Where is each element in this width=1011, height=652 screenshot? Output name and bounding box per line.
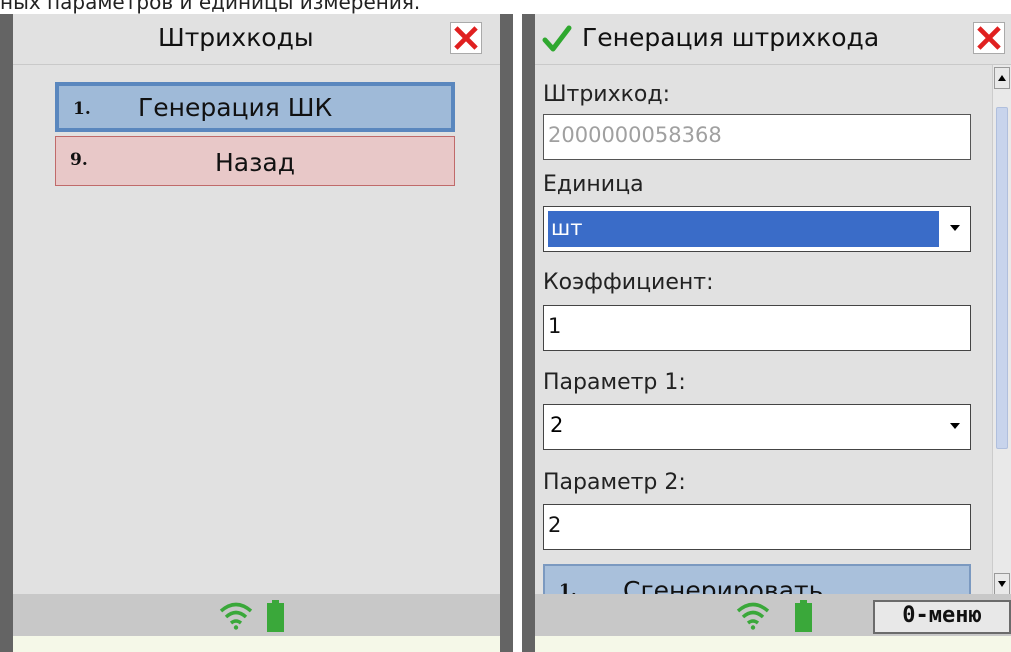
left-device: Штрихкоды 1. Генерация ШК 9. Назад [0, 14, 513, 652]
status-bar [13, 594, 500, 636]
checkmark-icon[interactable] [541, 23, 573, 55]
scroll-up-icon[interactable] [994, 67, 1010, 89]
coefficient-label: Коэффициент: [543, 270, 714, 295]
menu-item-label: Назад [214, 148, 296, 177]
menu-button[interactable]: 0-меню [873, 600, 1011, 634]
menu-item-generate-barcode[interactable]: 1. Генерация ШК [55, 82, 455, 132]
coefficient-field[interactable]: 1 [543, 305, 971, 351]
unit-select[interactable]: шт [543, 206, 971, 252]
unit-select-value: шт [547, 210, 940, 248]
wifi-icon [736, 602, 770, 630]
param1-select-value: 2 [550, 413, 564, 437]
battery-icon [795, 600, 812, 632]
scroll-thumb[interactable] [996, 107, 1008, 449]
close-button[interactable] [450, 22, 482, 54]
menu-item-label: Генерация ШК [138, 93, 333, 122]
close-icon [454, 26, 478, 50]
vertical-scrollbar[interactable] [992, 65, 1011, 597]
menu-item-number: 1. [73, 99, 91, 119]
bottom-strip [535, 636, 1011, 652]
param2-label: Параметр 2: [543, 470, 686, 495]
param1-select[interactable]: 2 [543, 404, 971, 450]
unit-label: Единица [543, 172, 644, 197]
left-screen: Штрихкоды 1. Генерация ШК 9. Назад [13, 14, 500, 652]
battery-icon [267, 600, 284, 632]
caption-text: ных параметров и единицы измерения. [0, 0, 421, 14]
left-titlebar: Штрихкоды [13, 14, 500, 65]
param2-field[interactable]: 2 [543, 504, 971, 550]
page-title: Штрихкоды [158, 23, 314, 52]
close-icon [977, 26, 1001, 50]
menu-item-back[interactable]: 9. Назад [55, 136, 455, 186]
barcode-label: Штрихкод: [543, 82, 670, 107]
wifi-icon [219, 602, 253, 630]
right-device: Генерация штрихкода Штрихкод: 2000000058… [522, 14, 1011, 652]
page-title: Генерация штрихкода [582, 23, 880, 52]
right-titlebar: Генерация штрихкода [535, 14, 1011, 65]
scroll-down-icon[interactable] [994, 573, 1010, 595]
dropdown-arrow-icon[interactable] [950, 423, 960, 429]
right-screen: Генерация штрихкода Штрихкод: 2000000058… [535, 14, 1011, 652]
barcode-field[interactable]: 2000000058368 [543, 114, 971, 160]
dropdown-arrow-icon[interactable] [950, 225, 960, 231]
param1-label: Параметр 1: [543, 370, 686, 395]
bottom-strip [13, 636, 500, 652]
close-button[interactable] [973, 22, 1005, 54]
